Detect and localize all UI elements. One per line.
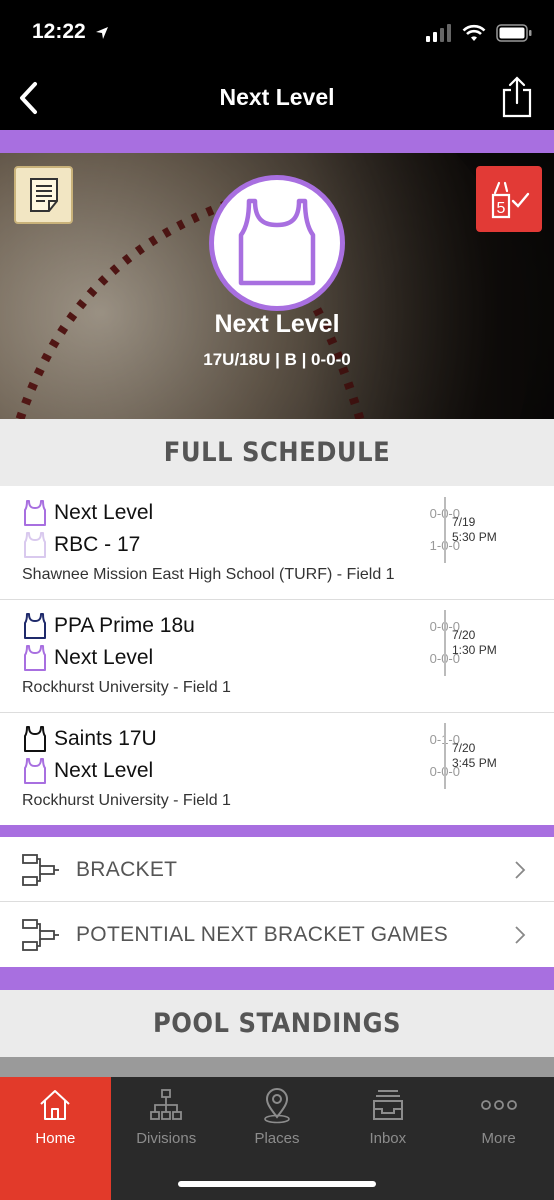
- game-time: 3:45 PM: [452, 756, 497, 770]
- share-button[interactable]: [500, 74, 534, 120]
- potential-bracket-games-label: POTENTIAL NEXT BRACKET GAMES: [76, 923, 449, 946]
- game-row[interactable]: Saints 17U 0-1-0 Next Level 0-0-0 7/203:45 P…: [0, 713, 554, 826]
- nav-bar: Next Level: [0, 66, 554, 130]
- home-icon: [40, 1090, 71, 1120]
- bracket-link[interactable]: BRACKET: [0, 838, 554, 902]
- team-name: Saints 17U: [54, 727, 157, 750]
- game-team-1: PPA Prime 18u 0-0-0: [24, 611, 460, 641]
- game-row[interactable]: PPA Prime 18u0-0-0Next Level0-0-07/201:3…: [0, 600, 554, 713]
- chevron-right-icon: [515, 926, 526, 944]
- game-date: 7/20: [452, 628, 476, 642]
- jersey-icon: [24, 645, 46, 671]
- game-team-2: RBC - 17 1-0-0: [24, 530, 460, 560]
- team-record: 0-0-0: [400, 506, 460, 521]
- game-location: Rockhurst University - Field 1: [22, 792, 231, 809]
- game-team-1: Next Level 0-0-0: [24, 498, 460, 528]
- wifi-icon: [462, 24, 486, 41]
- game-time: 1:30 PM: [452, 643, 497, 657]
- pool-standings-header: POOL STANDINGS: [0, 990, 554, 1057]
- more-icon: [480, 1100, 517, 1110]
- team-name: RBC - 17: [54, 533, 141, 556]
- game-divider: [444, 497, 446, 563]
- signal-icon: [426, 24, 451, 42]
- tab-label: Divisions: [136, 1130, 197, 1147]
- accent-band-bottom: [0, 967, 554, 990]
- jersey-icon: [24, 726, 46, 752]
- team-record: 1-0-0: [400, 538, 460, 553]
- team-hero: 5 Next Level 17U/18U | B | 0-0-0: [0, 153, 554, 419]
- game-team-2: Next Level 0-0-0: [24, 756, 460, 786]
- status-bar: 12:22: [0, 0, 554, 66]
- team-record: 0-0-0: [400, 619, 460, 634]
- team-logo: [209, 175, 345, 311]
- divisions-icon: [150, 1089, 183, 1120]
- jersey-icon: [238, 198, 316, 286]
- checkin-button[interactable]: 5: [476, 166, 542, 232]
- game-location: Rockhurst University - Field 1: [22, 679, 231, 696]
- bracket-icon: [22, 854, 59, 886]
- team-name: PPA Prime 18u: [54, 614, 195, 637]
- team-name: Next Level: [214, 310, 340, 338]
- share-icon: [502, 76, 532, 118]
- game-divider: [444, 610, 446, 676]
- team-record: 0-0-0: [400, 764, 460, 779]
- tab-label: More: [481, 1130, 516, 1147]
- game-team-1: Saints 17U 0-1-0: [24, 724, 460, 754]
- bracket-icon: [22, 919, 59, 951]
- team-record: 0-0-0: [400, 651, 460, 666]
- chevron-right-icon: [515, 861, 526, 879]
- jersey-icon: [24, 500, 46, 526]
- team-name: Next Level: [54, 501, 154, 524]
- game-date: 7/20: [452, 741, 476, 755]
- places-icon: [264, 1088, 290, 1124]
- game-divider: [444, 723, 446, 789]
- inbox-icon: [372, 1090, 403, 1120]
- notes-icon: [29, 178, 58, 212]
- home-indicator: [178, 1181, 376, 1187]
- notes-button[interactable]: [14, 166, 73, 224]
- battery-icon: [496, 24, 532, 42]
- tab-home[interactable]: Home: [0, 1077, 111, 1200]
- tab-label: Inbox: [369, 1130, 407, 1147]
- svg-text:5: 5: [497, 200, 506, 217]
- game-team-2: Next Level 0-0-0: [24, 643, 460, 673]
- jersey-icon: [24, 758, 46, 784]
- standings-table-header: [0, 1057, 554, 1077]
- game-date: 7/19: [452, 515, 476, 529]
- tab-label: Places: [254, 1130, 300, 1147]
- tab-label: Home: [35, 1130, 76, 1147]
- team-subtitle: 17U/18U | B | 0-0-0: [203, 350, 351, 369]
- bracket-label: BRACKET: [76, 857, 178, 881]
- status-time: 12:22: [32, 20, 86, 43]
- checkin-count-icon: 5: [491, 181, 530, 219]
- potential-bracket-games-link[interactable]: POTENTIAL NEXT BRACKET GAMES: [0, 903, 554, 967]
- game-row[interactable]: Next Level 0-0-0 RBC - 17 1-0-0 7/195:30 PM S…: [0, 487, 554, 600]
- team-name: Next Level: [54, 646, 154, 669]
- page-title: Next Level: [219, 84, 335, 110]
- team-record: 0-1-0: [400, 732, 460, 747]
- jersey-icon: [24, 532, 46, 558]
- location-arrow-icon: [96, 27, 108, 39]
- full-schedule-header: FULL SCHEDULE: [0, 419, 554, 486]
- accent-band-middle: [0, 825, 554, 837]
- jersey-icon: [24, 613, 46, 639]
- team-name: Next Level: [54, 759, 154, 782]
- status-icons: [426, 24, 532, 42]
- tab-more[interactable]: More: [443, 1077, 554, 1200]
- game-location: Shawnee Mission East High School (TURF) …: [22, 566, 395, 583]
- game-time: 5:30 PM: [452, 530, 497, 544]
- accent-band-top: [0, 130, 554, 153]
